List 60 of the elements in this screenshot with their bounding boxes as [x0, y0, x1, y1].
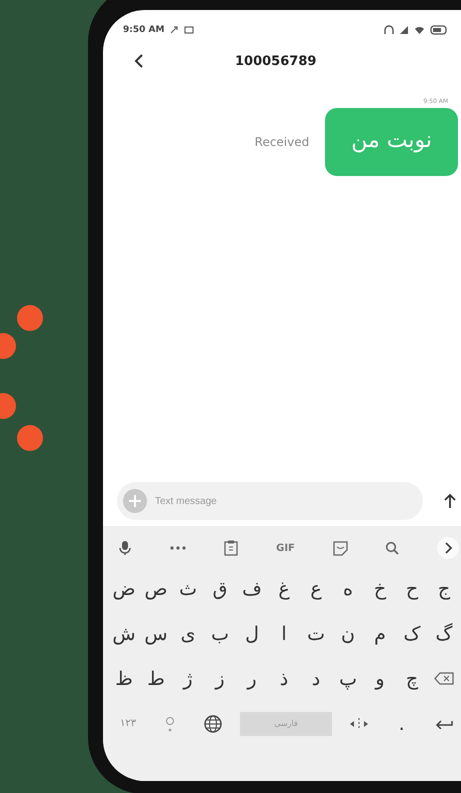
- cursor-arrows-icon: [349, 716, 370, 730]
- conversation-title: 100056789: [235, 54, 316, 68]
- keyboard-key[interactable]: ا: [269, 614, 299, 652]
- keyboard-key[interactable]: ژ: [173, 660, 203, 698]
- clipboard-icon[interactable]: [224, 540, 238, 556]
- keyboard-key[interactable]: م: [365, 614, 395, 652]
- back-icon[interactable]: [133, 53, 145, 69]
- keyboard-key[interactable]: ب: [205, 614, 235, 652]
- screen-icon: [184, 26, 194, 34]
- headphones-icon: [384, 25, 394, 35]
- message-status: Received: [254, 135, 310, 149]
- decorative-dot: [17, 305, 43, 331]
- keyboard-key[interactable]: ل: [237, 614, 267, 652]
- keyboard-key[interactable]: خ: [365, 570, 395, 608]
- enter-icon: [435, 718, 453, 728]
- lightbulb-icon: [165, 716, 176, 732]
- send-arrow-icon[interactable]: [443, 493, 457, 509]
- keyboard-key[interactable]: س: [141, 614, 171, 652]
- period-key[interactable]: .: [386, 704, 417, 742]
- globe-icon: [204, 714, 222, 732]
- wifi-icon: [414, 25, 425, 35]
- keyboard-key[interactable]: ح: [397, 570, 427, 608]
- chevron-right-icon[interactable]: [436, 537, 459, 559]
- keyboard-key[interactable]: و: [365, 660, 395, 698]
- message-bubble: نوبت من: [325, 108, 458, 176]
- keyboard-key[interactable]: ق: [205, 570, 235, 608]
- keyboard-key[interactable]: ر: [237, 660, 267, 698]
- keyboard-key[interactable]: ن: [333, 614, 363, 652]
- keyboard-key[interactable]: ه: [333, 570, 363, 608]
- keyboard-key[interactable]: ش: [109, 614, 139, 652]
- sticker-icon[interactable]: [332, 540, 348, 556]
- notification-icon: [169, 25, 180, 35]
- gif-button[interactable]: GIF: [276, 542, 295, 554]
- keyboard-key[interactable]: ض: [109, 570, 139, 608]
- keyboard-key[interactable]: ط: [141, 660, 171, 698]
- keyboard-key[interactable]: ذ: [269, 660, 299, 698]
- status-time: 9:50 AM: [123, 25, 164, 35]
- search-icon[interactable]: [385, 541, 400, 555]
- keyboard-key[interactable]: ک: [397, 614, 427, 652]
- keyboard-key[interactable]: ف: [237, 570, 267, 608]
- message-input-field[interactable]: Text message: [153, 494, 277, 508]
- keyboard-key[interactable]: د: [301, 660, 331, 698]
- signal-icon: [399, 25, 409, 35]
- more-icon[interactable]: [168, 545, 187, 551]
- keyboard-key[interactable]: ی: [173, 614, 203, 652]
- battery-icon: [430, 25, 448, 35]
- keyboard-key[interactable]: چ: [397, 660, 427, 698]
- backspace-icon: [434, 672, 454, 685]
- keyboard-key[interactable]: ث: [173, 570, 203, 608]
- decorative-dot: [17, 425, 43, 451]
- keyboard-key[interactable]: ظ: [109, 660, 139, 698]
- mic-icon[interactable]: [119, 540, 131, 556]
- keyboard-key[interactable]: ت: [301, 614, 331, 652]
- keyboard-key[interactable]: غ: [269, 570, 299, 608]
- keyboard-key[interactable]: گ: [429, 614, 459, 652]
- keyboard-key[interactable]: ص: [141, 570, 171, 608]
- keyboard-key[interactable]: پ: [333, 660, 363, 698]
- keyboard-key[interactable]: ج: [429, 570, 459, 608]
- keyboard-key[interactable]: ز: [205, 660, 235, 698]
- keyboard-key[interactable]: ع: [301, 570, 331, 608]
